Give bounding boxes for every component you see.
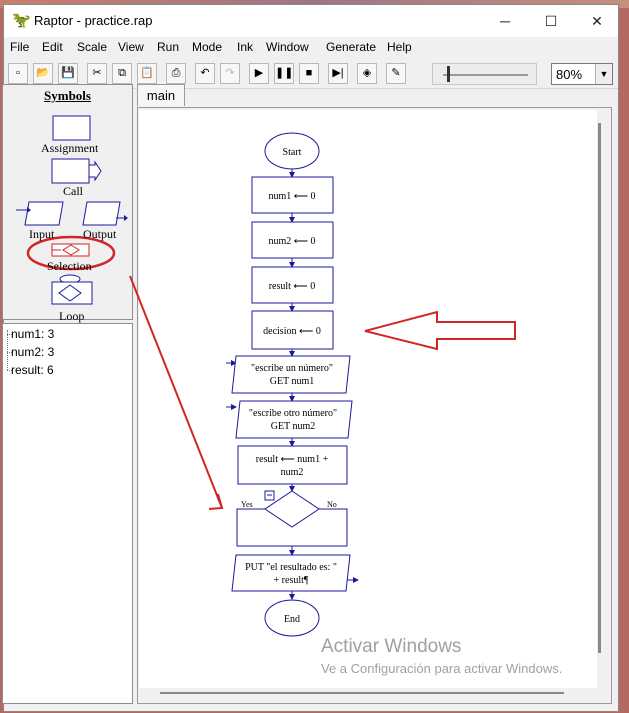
red-annotation-arrowhead <box>208 493 224 510</box>
yes-label: Yes <box>241 500 253 509</box>
input1-prompt: "escribe un número" <box>251 363 333 374</box>
flowchart: Start num1 ⟵ 0 num2 ⟵ 0 result ⟵ 0 decis… <box>129 132 516 637</box>
assign-num1-label: num1 ⟵ 0 <box>268 191 315 202</box>
no-label: No <box>327 500 337 509</box>
red-annotation-line <box>129 275 223 509</box>
activation-watermark-text: Ve a Configuración para activar Windows. <box>321 661 563 676</box>
red-annotation-arrow <box>364 310 516 351</box>
input-box[interactable] <box>231 355 351 394</box>
assign-decision-label: decision ⟵ 0 <box>263 326 321 337</box>
calc-line2: num2 <box>281 467 304 478</box>
input2-prompt: "escribe otro número" <box>249 408 337 419</box>
assignment-box[interactable] <box>237 445 348 485</box>
activation-watermark-title: Activar Windows <box>321 636 462 657</box>
input-box[interactable] <box>235 400 353 439</box>
calc-line1: result ⟵ num1 + <box>256 454 329 465</box>
end-label: End <box>284 614 300 625</box>
assign-result-label: result ⟵ 0 <box>269 281 316 292</box>
output-line2: + result¶ <box>274 575 309 586</box>
input2-var: GET num2 <box>271 421 316 432</box>
start-label: Start <box>283 147 302 158</box>
input1-var: GET num1 <box>270 376 315 387</box>
output-line1: PUT "el resultado es: " <box>245 562 337 573</box>
assign-num2-label: num2 ⟵ 0 <box>268 236 315 247</box>
